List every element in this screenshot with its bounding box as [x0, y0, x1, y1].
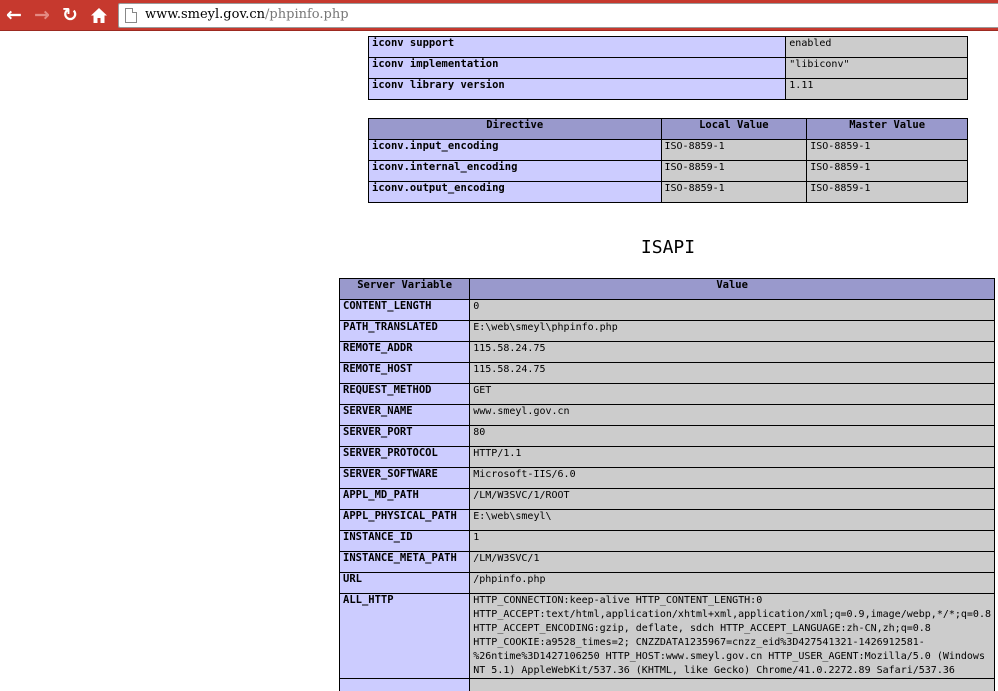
setting-name: iconv support — [367, 36, 787, 58]
page-icon — [125, 8, 137, 23]
table-row: REMOTE_ADDR 115.58.24.75 — [338, 341, 995, 363]
server-variable-name: REMOTE_HOST — [338, 362, 471, 384]
table-row: iconv.input_encoding ISO-8859-1 ISO-8859-1 — [368, 139, 968, 161]
all-http-line: HTTP_CONNECTION:keep-alive HTTP_CONTENT_… — [473, 595, 763, 606]
iconv-directives-table: Directive Local Value Master Value iconv… — [368, 118, 968, 203]
isapi-table: Server Variable Value CONTENT_LENGTH 0 PAT… — [338, 278, 995, 691]
url-host: www.smeyl.gov.cn — [145, 7, 266, 22]
table-row — [338, 678, 995, 691]
directive-name: iconv.input_encoding — [368, 139, 662, 161]
table-row: REQUEST_METHOD GET — [338, 383, 995, 405]
table-row: iconv.internal_encoding ISO-8859-1 ISO-885… — [368, 160, 968, 182]
directive-local-value: ISO-8859-1 — [660, 139, 808, 161]
server-variable-value: Microsoft-IIS/6.0 — [469, 467, 995, 489]
server-variable-value: /LM/W3SVC/1 — [469, 551, 995, 573]
directive-master-value: ISO-8859-1 — [806, 139, 968, 161]
server-variable-value: www.smeyl.gov.cn — [469, 404, 995, 426]
iconv-general-table: iconv support enabled iconv implementation… — [367, 36, 968, 100]
server-variable-name: PATH_TRANSLATED — [338, 320, 471, 342]
server-variable-name: SERVER_SOFTWARE — [338, 467, 471, 489]
master-value-column-header: Master Value — [806, 118, 968, 140]
table-row: iconv.output_encoding ISO-8859-1 ISO-8859-… — [368, 181, 968, 203]
setting-name: iconv implementation — [367, 57, 787, 79]
page-content: iconv support enabled iconv implementation… — [0, 32, 998, 691]
isapi-section-title: ISAPI — [640, 237, 696, 258]
server-variable-name: REMOTE_ADDR — [338, 341, 471, 363]
all-http-value: HTTP_CONNECTION:keep-alive HTTP_CONTENT_… — [469, 593, 995, 679]
server-variable-value: /phpinfo.php — [469, 572, 995, 594]
directive-local-value: ISO-8859-1 — [660, 160, 808, 182]
server-variable-name — [338, 678, 471, 691]
table-row: SERVER_PROTOCOL HTTP/1.1 — [338, 446, 995, 468]
server-variable-name: INSTANCE_ID — [338, 530, 471, 552]
url-text[interactable]: www.smeyl.gov.cn/phpinfo.php — [145, 7, 349, 22]
server-variable-value: /LM/W3SVC/1/ROOT — [469, 488, 995, 510]
table-row: SERVER_PORT 80 — [338, 425, 995, 447]
server-variable-value: HTTP/1.1 — [469, 446, 995, 468]
server-variable-name: SERVER_PROTOCOL — [338, 446, 471, 468]
server-variable-value: E:\web\smeyl\ — [469, 509, 995, 531]
server-variable-value: 80 — [469, 425, 995, 447]
table-row: INSTANCE_META_PATH/LM/W3SVC/1 — [338, 551, 995, 573]
all-http-line: HTTP_ACCEPT:text/html,application/xhtml+… — [473, 609, 991, 620]
setting-value: enabled — [785, 36, 968, 58]
server-variable-name: ALL_HTTP — [338, 593, 471, 679]
forward-arrow-icon[interactable]: → — [29, 3, 55, 27]
table-row: APPL_MD_PATH/LM/W3SVC/1/ROOT — [338, 488, 995, 510]
all-http-line: %26ntime%3D1427106250 HTTP_HOST:www.smey… — [473, 651, 985, 662]
server-variable-name: APPL_MD_PATH — [338, 488, 471, 510]
server-variable-name: INSTANCE_META_PATH — [338, 551, 471, 573]
all-http-line: HTTP_ACCEPT_ENCODING:gzip, deflate, sdch… — [473, 623, 931, 634]
server-variable-value: GET — [469, 383, 995, 405]
setting-value: 1.11 — [785, 78, 968, 100]
local-value-column-header: Local Value — [660, 118, 808, 140]
back-arrow-icon[interactable]: ← — [1, 3, 27, 27]
server-variable-name: SERVER_PORT — [338, 425, 471, 447]
table-row: INSTANCE_ID 1 — [338, 530, 995, 552]
table-row: APPL_PHYSICAL_PATH E:\web\smeyl\ — [338, 509, 995, 531]
table-row-all-http: ALL_HTTP HTTP_CONNECTION:keep-alive HTTP_… — [338, 593, 995, 679]
server-variable-value: 115.58.24.75 — [469, 362, 995, 384]
table-row: iconv support enabled — [367, 36, 968, 58]
table-row: SERVER_NAME www.smeyl.gov.cn — [338, 404, 995, 426]
reload-icon[interactable]: ↻ — [57, 3, 83, 27]
server-variable-name: URL — [338, 572, 471, 594]
value-column-header: Value — [469, 278, 995, 300]
server-variable-value: 115.58.24.75 — [469, 341, 995, 363]
server-variable-name: SERVER_NAME — [338, 404, 471, 426]
address-bar[interactable]: www.smeyl.gov.cn/phpinfo.php — [118, 3, 998, 28]
server-variable-name: CONTENT_LENGTH — [338, 299, 471, 321]
table-row: CONTENT_LENGTH 0 — [338, 299, 995, 321]
table-row: REMOTE_HOST 115.58.24.75 — [338, 362, 995, 384]
server-variable-value: 1 — [469, 530, 995, 552]
directive-local-value: ISO-8859-1 — [660, 181, 808, 203]
directive-master-value: ISO-8859-1 — [806, 181, 968, 203]
table-row: URL/phpinfo.php — [338, 572, 995, 594]
isapi-header-row: Server Variable Value — [338, 278, 995, 300]
directive-master-value: ISO-8859-1 — [806, 160, 968, 182]
directive-name: iconv.internal_encoding — [368, 160, 662, 182]
setting-value: "libiconv" — [785, 57, 968, 79]
directive-column-header: Directive — [368, 118, 662, 140]
home-icon[interactable] — [86, 3, 112, 27]
all-http-line: HTTP_COOKIE:a9528_times=2; CNZZDATA12359… — [473, 637, 925, 648]
home-icon-glyph — [91, 7, 107, 23]
directive-name: iconv.output_encoding — [368, 181, 662, 203]
server-variable-value: 0 — [469, 299, 995, 321]
browser-toolbar: ← → ↻ www.smeyl.gov.cn/phpinfo.php — [0, 0, 998, 31]
table-row: PATH_TRANSLATED E:\web\smeyl\phpinfo.php — [338, 320, 995, 342]
table-row: iconv implementation "libiconv" — [367, 57, 968, 79]
server-variable-value: E:\web\smeyl\phpinfo.php — [469, 320, 995, 342]
url-path: /phpinfo.php — [265, 7, 349, 22]
directives-header-row: Directive Local Value Master Value — [368, 118, 968, 140]
table-row: SERVER_SOFTWARE Microsoft-IIS/6.0 — [338, 467, 995, 489]
server-variable-name: APPL_PHYSICAL_PATH — [338, 509, 471, 531]
all-http-line: NT 5.1) AppleWebKit/537.36 (KHTML, like … — [473, 665, 955, 676]
server-variable-column-header: Server Variable — [338, 278, 471, 300]
server-variable-name: REQUEST_METHOD — [338, 383, 471, 405]
setting-name: iconv library version — [367, 78, 787, 100]
table-row: iconv library version 1.11 — [367, 78, 968, 100]
server-variable-value — [469, 678, 995, 691]
